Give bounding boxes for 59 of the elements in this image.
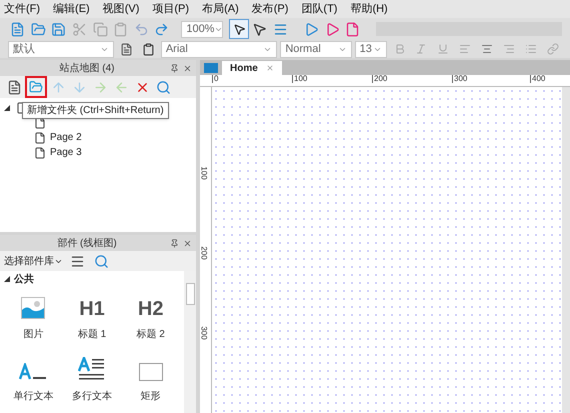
combo-value: 100% [186, 22, 214, 37]
font-weight-combo[interactable]: Normal [280, 40, 352, 58]
menu-item[interactable]: 团队(T) [301, 0, 338, 18]
combo-value: 13 [360, 42, 372, 57]
ruler-label: 100 [200, 166, 208, 180]
combo-value: Normal [285, 42, 321, 57]
menu-item[interactable]: 发布(P) [252, 0, 288, 18]
select-icon[interactable] [229, 19, 249, 39]
text-area-icon [78, 357, 106, 381]
page-icon [34, 146, 46, 158]
page-icon [34, 132, 46, 144]
pin-icon[interactable] [170, 238, 179, 248]
tree-item[interactable]: Page 3 [50, 145, 82, 160]
ruler-label: 200 [372, 75, 388, 83]
close-icon[interactable] [183, 64, 192, 72]
expand-arrow-icon[interactable] [4, 276, 10, 282]
widget-label[interactable]: 标题 2 [136, 327, 165, 342]
menu-item[interactable]: 帮助(H) [350, 0, 388, 18]
menu-item[interactable]: 项目(P) [152, 0, 190, 18]
ruler-label: 0 [212, 75, 218, 83]
add-folder-icon[interactable] [25, 76, 47, 98]
ruler-label: 300 [452, 75, 468, 83]
page-icon [34, 116, 46, 128]
widget-label[interactable]: 图片 [23, 327, 44, 342]
widget-label[interactable]: 标题 1 [78, 327, 106, 342]
close-icon[interactable] [266, 64, 274, 72]
style-combo[interactable]: 默认 [8, 40, 114, 58]
text-field-icon [19, 363, 48, 381]
font-combo[interactable]: Arial [160, 40, 278, 58]
expand-arrow-icon[interactable] [4, 104, 12, 110]
ruler-label: 300 [200, 326, 208, 340]
scrollbar[interactable] [562, 87, 570, 413]
tree-item[interactable]: Page 2 [50, 130, 82, 145]
widget-label[interactable]: 矩形 [140, 389, 161, 404]
font-size-combo[interactable]: 13 [354, 40, 388, 58]
panel-title: 站点地图 (4) [58, 62, 116, 76]
pin-icon[interactable] [170, 64, 179, 72]
image-icon [21, 297, 46, 319]
heading-glyph: H2 [138, 299, 164, 319]
panel-title: 部件 (线框图) [56, 236, 118, 250]
combo-value: 默认 [13, 42, 35, 57]
ruler-label: 200 [200, 246, 208, 260]
close-icon[interactable] [183, 238, 192, 248]
rectangle-icon [138, 363, 163, 381]
widget-label[interactable]: 单行文本 [13, 389, 54, 404]
heading-glyph: H1 [79, 299, 105, 319]
scrollbar[interactable] [184, 271, 196, 413]
menu-item[interactable]: 编辑(E) [53, 0, 90, 18]
tooltip: 新增文件夹 (Ctrl+Shift+Return) [22, 102, 169, 119]
menu-item[interactable]: 视图(V) [102, 0, 140, 18]
group-title[interactable]: 公共 [14, 272, 34, 286]
menu-item[interactable]: 文件(F) [4, 0, 40, 18]
menu-item[interactable]: 布局(A) [202, 0, 239, 18]
ruler-label: 100 [292, 75, 308, 83]
page-tab[interactable]: Home [222, 61, 282, 75]
combo-value: Arial [166, 42, 188, 57]
widget-label[interactable]: 多行文本 [72, 389, 112, 404]
zoom-combo[interactable]: 100% [181, 20, 224, 38]
ruler-label: 400 [530, 75, 546, 83]
